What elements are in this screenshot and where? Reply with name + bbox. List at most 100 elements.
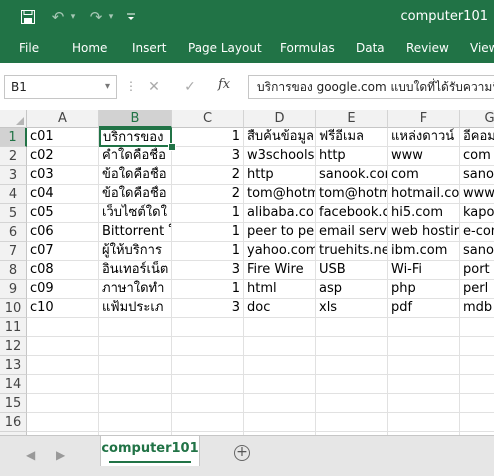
cell-f13[interactable] — [388, 356, 460, 375]
sheet-tab-computer101[interactable]: computer101 — [100, 436, 200, 466]
cell-a15[interactable] — [27, 394, 99, 413]
cell-d16[interactable] — [244, 413, 316, 432]
cell-b15[interactable] — [99, 394, 172, 413]
cell-f6[interactable]: web hostin — [388, 223, 460, 242]
cell-c16[interactable] — [172, 413, 244, 432]
tab-data[interactable]: Data — [356, 33, 385, 63]
cell-e2[interactable]: http — [316, 147, 388, 166]
cell-d2[interactable]: w3schools — [244, 147, 316, 166]
cell-b14[interactable] — [99, 375, 172, 394]
cell-g13[interactable] — [460, 356, 494, 375]
cell-e6[interactable]: email servi — [316, 223, 388, 242]
column-header-c[interactable]: C — [172, 110, 244, 128]
cell-f14[interactable] — [388, 375, 460, 394]
row-header-15[interactable]: 15 — [0, 394, 27, 413]
redo-dropdown-icon[interactable]: ▾ — [106, 0, 116, 33]
row-header-2[interactable]: 2 — [0, 147, 27, 166]
cell-d9[interactable]: html — [244, 280, 316, 299]
cell-d4[interactable]: tom@hotm — [244, 185, 316, 204]
cell-f2[interactable]: www — [388, 147, 460, 166]
cell-e11[interactable] — [316, 318, 388, 337]
row-header-4[interactable]: 4 — [0, 185, 27, 204]
cell-d5[interactable]: alibaba.com — [244, 204, 316, 223]
row-header-16[interactable]: 16 — [0, 413, 27, 432]
column-header-b[interactable]: B — [99, 110, 172, 128]
column-header-e[interactable]: E — [316, 110, 388, 128]
tab-page-layout[interactable]: Page Layout — [188, 33, 262, 63]
row-header-5[interactable]: 5 — [0, 204, 27, 223]
cell-f4[interactable]: hotmail.com — [388, 185, 460, 204]
cell-e13[interactable] — [316, 356, 388, 375]
cell-b6[interactable]: Bittorrent ใ — [99, 223, 172, 242]
cell-b11[interactable] — [99, 318, 172, 337]
cell-g2[interactable]: com — [460, 147, 494, 166]
cell-e1[interactable]: ฟรีอีเมล — [316, 128, 388, 147]
cell-a8[interactable]: c08 — [27, 261, 99, 280]
insert-function-icon[interactable]: fx — [218, 77, 230, 92]
cell-c8[interactable]: 3 — [172, 261, 244, 280]
cell-g15[interactable] — [460, 394, 494, 413]
cell-a13[interactable] — [27, 356, 99, 375]
cell-a16[interactable] — [27, 413, 99, 432]
cell-b10[interactable]: แฟ้มประเภ — [99, 299, 172, 318]
row-header-9[interactable]: 9 — [0, 280, 27, 299]
column-header-a[interactable]: A — [27, 110, 99, 128]
cell-f12[interactable] — [388, 337, 460, 356]
cell-c4[interactable]: 2 — [172, 185, 244, 204]
column-header-f[interactable]: F — [388, 110, 460, 128]
save-icon[interactable] — [18, 0, 38, 33]
cell-g1[interactable]: อีคอม — [460, 128, 494, 147]
next-sheet-icon[interactable]: ▶ — [56, 448, 65, 462]
cell-d11[interactable] — [244, 318, 316, 337]
cell-a1[interactable]: c01 — [27, 128, 99, 147]
cell-a6[interactable]: c06 — [27, 223, 99, 242]
cell-d14[interactable] — [244, 375, 316, 394]
cell-e5[interactable]: facebook.com — [316, 204, 388, 223]
row-header-13[interactable]: 13 — [0, 356, 27, 375]
cell-d10[interactable]: doc — [244, 299, 316, 318]
cell-g14[interactable] — [460, 375, 494, 394]
cell-g3[interactable]: sano — [460, 166, 494, 185]
cell-d1[interactable]: สืบค้นข้อมูล — [244, 128, 316, 147]
cell-a2[interactable]: c02 — [27, 147, 99, 166]
formula-bar-resize-icon[interactable]: ⋮ — [125, 79, 137, 93]
cell-c15[interactable] — [172, 394, 244, 413]
cell-a5[interactable]: c05 — [27, 204, 99, 223]
cell-d6[interactable]: peer to pe — [244, 223, 316, 242]
cell-g4[interactable]: www — [460, 185, 494, 204]
enter-icon[interactable]: ✓ — [180, 77, 200, 97]
cell-c13[interactable] — [172, 356, 244, 375]
cell-e12[interactable] — [316, 337, 388, 356]
worksheet-grid[interactable]: A B C D E F G 1 c01 บริการของ 1 สืบค้นข้อมูล ฟรีอีเม… — [0, 110, 494, 435]
cancel-icon[interactable]: ✕ — [144, 77, 164, 97]
tab-file[interactable]: File — [19, 33, 39, 63]
select-all-corner[interactable] — [0, 110, 27, 128]
row-header-1[interactable]: 1 — [0, 128, 27, 147]
cell-d15[interactable] — [244, 394, 316, 413]
column-header-g[interactable]: G — [460, 110, 494, 128]
cell-f1[interactable]: แหล่งดาวน์ — [388, 128, 460, 147]
cell-f15[interactable] — [388, 394, 460, 413]
add-sheet-icon[interactable]: + — [234, 445, 250, 461]
cell-a3[interactable]: c03 — [27, 166, 99, 185]
cell-b13[interactable] — [99, 356, 172, 375]
cell-f10[interactable]: pdf — [388, 299, 460, 318]
cell-a4[interactable]: c04 — [27, 185, 99, 204]
cell-f11[interactable] — [388, 318, 460, 337]
row-header-6[interactable]: 6 — [0, 223, 27, 242]
cell-c9[interactable]: 1 — [172, 280, 244, 299]
tab-insert[interactable]: Insert — [132, 33, 166, 63]
cell-c11[interactable] — [172, 318, 244, 337]
cell-a9[interactable]: c09 — [27, 280, 99, 299]
cell-a10[interactable]: c10 — [27, 299, 99, 318]
cell-b9[interactable]: ภาษาใดทำ — [99, 280, 172, 299]
name-box[interactable]: B1 ▾ — [4, 75, 117, 99]
tab-formulas[interactable]: Formulas — [280, 33, 335, 63]
cell-c1[interactable]: 1 — [172, 128, 244, 147]
row-header-11[interactable]: 11 — [0, 318, 27, 337]
cell-g5[interactable]: kapo — [460, 204, 494, 223]
cell-f3[interactable]: com — [388, 166, 460, 185]
cell-b3[interactable]: ข้อใดคือชื่อ — [99, 166, 172, 185]
cell-e14[interactable] — [316, 375, 388, 394]
row-header-14[interactable]: 14 — [0, 375, 27, 394]
